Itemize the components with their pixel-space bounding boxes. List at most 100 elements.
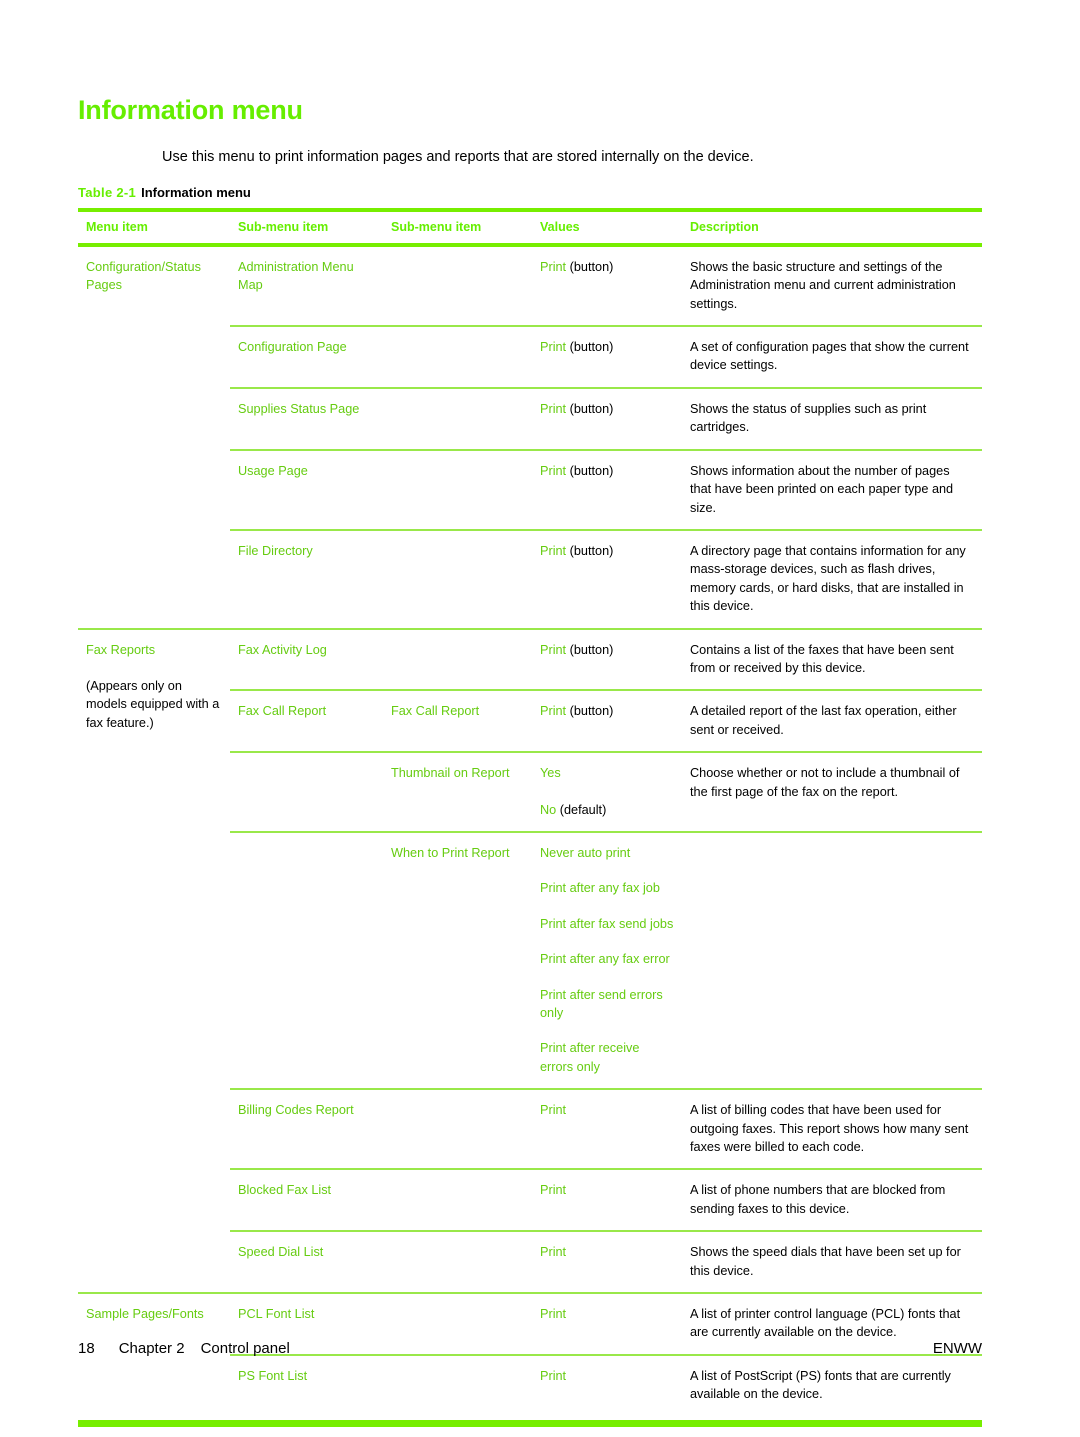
intro-paragraph: Use this menu to print information pages… — [162, 148, 754, 165]
table-caption-text: Information menu — [141, 185, 251, 201]
value-label-2: No — [540, 802, 557, 817]
description-cell — [682, 830, 982, 1090]
sub-menu-item-2-cell — [383, 1088, 532, 1170]
sub-menu-item-1-cell: PS Font List — [230, 1353, 383, 1416]
sub-menu-item-2-cell — [383, 386, 532, 450]
footer-right: ENWW — [932, 1340, 982, 1357]
values-cell: Print — [532, 1168, 682, 1232]
sub-menu-item-2-cell: Thumbnail on Report — [383, 751, 532, 832]
description-cell: Shows the speed dials that have been set… — [682, 1230, 982, 1294]
value-note: (button) — [569, 340, 614, 355]
table-header-row: Menu item Sub-menu item Sub-menu item Va… — [78, 207, 982, 247]
value-label: Print — [540, 642, 567, 657]
sub-menu-item-2-cell — [383, 245, 532, 326]
sub-menu-item-2-cell — [383, 1168, 532, 1232]
sub-menu-item-1-cell: Administration Menu Map — [238, 259, 354, 293]
menu-item-label: Sample Pages/Fonts — [86, 1307, 204, 1322]
sub-menu-item-1-cell — [230, 751, 383, 832]
sub-menu-item-2-cell — [383, 627, 532, 691]
value-label: Print — [540, 543, 567, 558]
value-option: Never auto print — [540, 845, 631, 860]
value-label: Print — [540, 1307, 567, 1322]
values-cell: Print (button) — [532, 528, 682, 629]
table-caption-number: Table 2-1 — [78, 185, 137, 201]
description-cell: Contains a list of the faxes that have b… — [682, 627, 982, 691]
value-option: Print after send errors only — [540, 987, 663, 1020]
sub-menu-item-2-cell: When to Print Report — [383, 830, 532, 1090]
sub-menu-item-2-cell — [383, 1353, 532, 1416]
value-note: (button) — [569, 543, 614, 558]
sub-menu-item-1-cell: Blocked Fax List — [230, 1168, 383, 1232]
footer-chapter-title: Control panel — [200, 1340, 290, 1357]
description-cell: A detailed report of the last fax operat… — [682, 689, 982, 753]
sub-menu-item-2-cell — [383, 448, 532, 530]
description-cell: A directory page that contains informati… — [682, 528, 982, 629]
description-cell: Choose whether or not to include a thumb… — [682, 751, 982, 832]
sub-menu-item-1-cell: File Directory — [230, 528, 383, 629]
value-note: (button) — [569, 642, 614, 657]
description-cell: Shows information about the number of pa… — [682, 448, 982, 530]
value-label: Print — [540, 340, 567, 355]
sub-menu-item-2-cell — [383, 1230, 532, 1294]
sub-menu-item-2-cell — [383, 528, 532, 629]
table-header: Menu item Sub-menu item Sub-menu item Va… — [78, 207, 982, 247]
value-label: Print — [540, 463, 567, 478]
page-footer: 18 Chapter 2 Control panel ENWW — [78, 1340, 982, 1357]
values-cell: Yes No (default) — [532, 751, 682, 832]
table-caption: Table 2-1 Information menu — [78, 185, 982, 201]
sub-menu-item-1-cell: Billing Codes Report — [230, 1088, 383, 1170]
values-cell: Never auto print Print after any fax job… — [532, 830, 682, 1090]
values-cell: Print (button) — [532, 245, 682, 326]
document-page: Information menu Use this menu to print … — [0, 0, 1080, 1437]
value-secondary: No (default) — [540, 801, 674, 819]
description-cell: A list of PostScript (PS) fonts that are… — [682, 1353, 982, 1416]
value-note-2: (default) — [559, 802, 607, 817]
description-cell: A set of configuration pages that show t… — [682, 325, 982, 388]
menu-item-cell: Fax Reports (Appears only on models equi… — [78, 627, 230, 1294]
information-menu-table: Menu item Sub-menu item Sub-menu item Va… — [78, 207, 982, 1416]
value-label: Print — [540, 1183, 567, 1198]
values-cell: Print (button) — [532, 689, 682, 753]
table-row: Configuration/Status Pages Administratio… — [78, 245, 982, 326]
value-label: Print — [540, 1245, 567, 1260]
page-title: Information menu — [78, 95, 303, 125]
col-header-sub-menu-item-2: Sub-menu item — [383, 207, 532, 247]
value-option: Print after any fax error — [540, 952, 670, 967]
values-cell: Print (button) — [532, 448, 682, 530]
description-cell: Shows the status of supplies such as pri… — [682, 386, 982, 450]
sub-menu-item-1-cell: Fax Call Report — [230, 689, 383, 753]
sub-menu-item-1-cell: Speed Dial List — [230, 1230, 383, 1294]
col-header-menu-item: Menu item — [78, 207, 230, 247]
col-header-sub-menu-item-1: Sub-menu item — [230, 207, 383, 247]
description-cell: Shows the basic structure and settings o… — [690, 259, 956, 311]
value-note: (button) — [569, 259, 614, 274]
value-label: Print — [540, 704, 567, 719]
sub-menu-item-1-cell: Usage Page — [230, 448, 383, 530]
values-cell: Print (button) — [532, 386, 682, 450]
values-cell: Print — [532, 1230, 682, 1294]
value-note: (button) — [569, 463, 614, 478]
sub-menu-item-2-cell: Fax Call Report — [383, 689, 532, 753]
description-cell: A list of billing codes that have been u… — [682, 1088, 982, 1170]
value-label: Print — [540, 259, 567, 274]
footer-left: 18 Chapter 2 Control panel — [78, 1340, 306, 1357]
col-header-values: Values — [532, 207, 682, 247]
menu-item-label: Configuration/Status Pages — [86, 259, 201, 293]
sub-menu-item-1-cell: Fax Activity Log — [230, 627, 383, 691]
values-cell: Print — [532, 1353, 682, 1416]
values-cell: Print (button) — [532, 325, 682, 388]
description-cell: A list of phone numbers that are blocked… — [682, 1168, 982, 1232]
footer-page-number: 18 — [78, 1340, 95, 1357]
table-body: Configuration/Status Pages Administratio… — [78, 245, 982, 1416]
value-note: (button) — [569, 401, 614, 416]
values-cell: Print — [532, 1088, 682, 1170]
sub-menu-item-1-cell: Configuration Page — [230, 325, 383, 388]
menu-item-label: Fax Reports — [86, 642, 156, 657]
sub-menu-item-1-cell — [230, 830, 383, 1090]
table-bottom-rule — [78, 1419, 982, 1427]
sub-menu-item-2-cell — [383, 325, 532, 388]
value-note: (button) — [569, 704, 614, 719]
value-option: Print after receive errors only — [540, 1041, 640, 1074]
value-option: Print after any fax job — [540, 881, 660, 896]
col-header-description: Description — [682, 207, 982, 247]
